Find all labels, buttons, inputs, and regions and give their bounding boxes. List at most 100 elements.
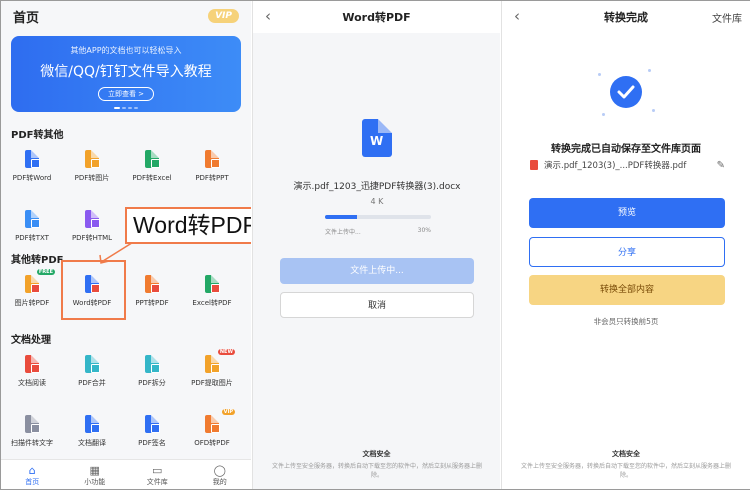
document-icon	[25, 210, 40, 228]
vip-badge[interactable]: VIP	[208, 9, 239, 23]
upload-nav-bar: ‹ Word转PDF	[253, 1, 500, 33]
file-library-link[interactable]: 文件库	[712, 10, 742, 25]
tool-label: PDF转Word	[12, 174, 52, 182]
success-check-icon	[610, 76, 642, 108]
share-button[interactable]: 分享	[529, 237, 725, 267]
pdf-file-icon	[530, 160, 538, 170]
tab-home[interactable]: ⌂ 首页	[1, 460, 64, 489]
tool-label: 文档阅读	[18, 379, 46, 387]
tool-tool[interactable]: 文档翻译	[63, 415, 121, 448]
result-file-row: 演示.pdf_1203(3)_...PDF转换器.pdf ✎	[530, 159, 725, 171]
tool-label: 图片转PDF	[14, 299, 50, 307]
tab-grid[interactable]: ▦ 小功能	[64, 460, 127, 489]
word-to-pdf-highlight	[61, 260, 126, 320]
upload-file-size: 4 K	[370, 197, 384, 206]
cancel-button[interactable]: 取消	[280, 292, 474, 318]
section-title: 其他转PDF	[11, 255, 64, 266]
security-title: 文档安全	[612, 450, 640, 458]
convert-all-button[interactable]: 转换全部内容	[529, 275, 725, 305]
preview-button[interactable]: 预览	[529, 198, 725, 228]
view-now-button[interactable]: 立即查看 >	[97, 87, 155, 101]
document-icon	[145, 150, 160, 168]
done-nav-bar: ‹ 转换完成 文件库	[502, 1, 750, 33]
tool-pdf[interactable]: PDF转图片	[63, 150, 121, 183]
document-icon	[85, 415, 100, 433]
tool-label: PDF提取图片	[191, 379, 233, 387]
tool-label: OFD转PDF	[194, 439, 230, 447]
tool-label: 文档翻译	[78, 439, 106, 447]
tool-pdf[interactable]: PDF合并	[63, 355, 121, 388]
document-icon	[205, 355, 220, 373]
tool-label: PDF拆分	[138, 379, 166, 387]
tool-row: 文档阅读 PDF合并 PDF拆分 NEW PDF提取图片	[1, 349, 251, 388]
tab-label: 我的	[212, 478, 227, 486]
tool-label: PDF签名	[138, 439, 166, 447]
tool-badge: NEW	[217, 349, 235, 355]
home-screen: 首页 VIP 其他APP的文档也可以轻松导入 微信/QQ/钉钉文件导入教程 立即…	[1, 1, 251, 489]
tool-label: PPT转PDF	[135, 299, 169, 307]
tab-folder[interactable]: ▭ 文件库	[126, 460, 189, 489]
tool-pdf[interactable]: FREE 图片转PDF	[3, 269, 61, 308]
folder-icon: ▭	[152, 464, 163, 477]
document-icon	[85, 150, 100, 168]
section-title: 文档处理	[11, 335, 51, 346]
tool-label: PDF转TXT	[15, 234, 49, 242]
tool-ppt-pdf[interactable]: PPT转PDF	[123, 275, 181, 308]
word-to-pdf-callout: Word转PDF	[125, 207, 251, 244]
uploading-button[interactable]: 文件上传中...	[280, 258, 474, 284]
tool-pdf-txt[interactable]: PDF转TXT	[3, 210, 61, 243]
upload-screen: ‹ Word转PDF W 演示.pdf_1203_迅捷PDF转换器(3).doc…	[252, 1, 500, 489]
tool-pdf[interactable]: PDF签名	[123, 415, 181, 448]
security-text: 文件上传至安全服务器，转换后自动下载至您的软件中，然后立刻从服务器上删除。	[271, 463, 482, 479]
tool-label: PDF转Excel	[132, 174, 172, 182]
tool-pdf-ppt[interactable]: PDF转PPT	[183, 150, 241, 183]
page-title: 首页	[13, 10, 40, 26]
upload-file-name: 演示.pdf_1203_迅捷PDF转换器(3).docx	[293, 182, 461, 192]
sparkle-icon	[598, 73, 601, 76]
tool-pdf-excel[interactable]: PDF转Excel	[123, 150, 181, 183]
tool-row: 扫描件转文字 文档翻译 PDF签名 VIP OFD转PDF	[1, 409, 251, 448]
back-arrow-icon[interactable]: ‹	[514, 7, 520, 25]
tool-ofd-pdf[interactable]: VIP OFD转PDF	[183, 409, 241, 448]
saved-message: 转换完成已自动保存至文件库页面	[551, 144, 701, 155]
tab-user[interactable]: ◯ 我的	[189, 460, 252, 489]
upload-progress-labels: 文件上传中... 30%	[325, 227, 431, 236]
rename-pencil-icon[interactable]: ✎	[717, 160, 725, 171]
progress-percent: 30%	[417, 227, 431, 234]
tool-pdf[interactable]: NEW PDF提取图片	[183, 349, 241, 388]
sparkle-icon	[648, 69, 651, 72]
tool-label: 扫描件转文字	[11, 439, 53, 447]
word-document-icon: W	[362, 119, 392, 157]
tab-label: 小功能	[84, 478, 106, 486]
tool-label: PDF转PPT	[195, 174, 229, 182]
document-icon	[205, 415, 220, 433]
tool-tool[interactable]: 扫描件转文字	[3, 415, 61, 448]
grid-icon: ▦	[89, 464, 100, 477]
document-icon	[25, 150, 40, 168]
tool-label: PDF转图片	[74, 174, 110, 182]
tool-excel-pdf[interactable]: Excel转PDF	[183, 275, 241, 308]
carousel-dots	[114, 107, 138, 109]
tool-row: PDF转Word PDF转图片 PDF转Excel PDF转PPT	[1, 150, 251, 183]
sparkle-icon	[602, 113, 605, 116]
back-arrow-icon[interactable]: ‹	[265, 7, 271, 25]
upload-progress-fill	[325, 215, 357, 219]
tool-badge: VIP	[221, 409, 235, 415]
home-icon: ⌂	[28, 464, 36, 477]
done-title-bar: 转换完成	[604, 11, 648, 24]
banner-subtitle: 其他APP的文档也可以轻松导入	[70, 46, 182, 55]
tool-pdf[interactable]: PDF拆分	[123, 355, 181, 388]
security-text: 文件上传至安全服务器，转换后自动下载至您的软件中，然后立刻从服务器上删除。	[520, 463, 731, 479]
document-icon	[145, 275, 160, 293]
done-screen: ‹ 转换完成 文件库 转换完成已自动保存至文件库页面 演示.pdf_1203(3…	[501, 1, 750, 489]
document-icon	[145, 415, 160, 433]
document-icon	[205, 275, 220, 293]
document-icon	[25, 415, 40, 433]
document-icon	[25, 355, 40, 373]
screenshot-root: 首页 VIP 其他APP的文档也可以轻松导入 微信/QQ/钉钉文件导入教程 立即…	[0, 0, 750, 490]
import-tutorial-banner[interactable]: 其他APP的文档也可以轻松导入 微信/QQ/钉钉文件导入教程 立即查看 >	[11, 36, 241, 112]
user-icon: ◯	[213, 464, 226, 477]
document-icon	[85, 355, 100, 373]
tool-pdf-word[interactable]: PDF转Word	[3, 150, 61, 183]
tool-tool[interactable]: 文档阅读	[3, 355, 61, 388]
